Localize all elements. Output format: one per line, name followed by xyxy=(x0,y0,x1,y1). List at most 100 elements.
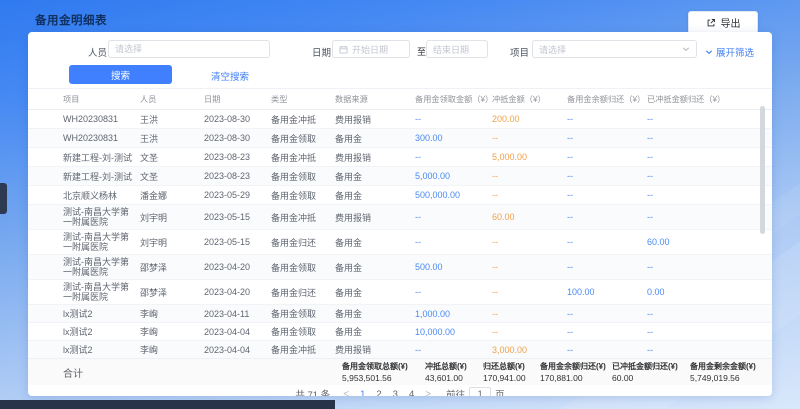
cell-source: 备用金 xyxy=(335,261,415,274)
project-label: 项目 xyxy=(510,45,529,59)
table-row: 北京顺义杨林 潘金娜 2023-05-29 备用金领取 备用金 500,000.… xyxy=(28,186,772,205)
cell-balance-returned: -- xyxy=(567,133,647,143)
summary-item: 已冲抵金额归还(¥) 60.00 xyxy=(612,361,690,383)
cell-type: 备用金冲抵 xyxy=(271,151,335,164)
column-header: 冲抵金额（¥） xyxy=(492,93,567,105)
cell-amount-received: -- xyxy=(415,114,492,124)
person-input[interactable] xyxy=(108,40,270,58)
cell-date: 2023-04-20 xyxy=(204,287,271,297)
summary-item-value: 170,941.00 xyxy=(483,373,536,383)
column-header: 数据来源 xyxy=(335,93,415,105)
cell-amount-offset: -- xyxy=(492,190,567,200)
column-header: 已冲抵金额归还（¥） xyxy=(647,93,744,105)
cell-amount-offset: -- xyxy=(492,133,567,143)
search-button[interactable]: 搜索 xyxy=(69,65,172,84)
cell-amount-received: -- xyxy=(415,237,492,247)
next-page-icon[interactable]: > xyxy=(423,389,433,397)
cell-type: 备用金领取 xyxy=(271,325,335,338)
pagination: 共 71 条 < 1 2 3 4 > 前往 页 xyxy=(28,385,772,396)
expand-filters-link[interactable]: 展开筛选 xyxy=(705,45,754,59)
drawer-handle[interactable] xyxy=(0,183,7,214)
cell-balance-returned: -- xyxy=(567,237,647,247)
page-number-3[interactable]: 3 xyxy=(391,389,400,397)
total-label: 合计 xyxy=(63,365,83,380)
page-number-2[interactable]: 2 xyxy=(374,389,383,397)
date-end-input[interactable]: 结束日期 xyxy=(426,40,488,58)
cell-offset-returned: -- xyxy=(647,114,744,124)
cell-project: 测试-南昌大学第一附属医院 xyxy=(63,257,140,277)
cell-amount-offset: -- xyxy=(492,237,567,247)
prev-page-icon[interactable]: < xyxy=(341,389,351,397)
goto-page-input[interactable] xyxy=(469,387,491,396)
page-number-4[interactable]: 4 xyxy=(407,389,416,397)
cell-amount-offset: -- xyxy=(492,287,567,297)
chevron-down-icon xyxy=(682,45,690,53)
export-button-label: 导出 xyxy=(721,15,741,30)
cell-type: 备用金领取 xyxy=(271,170,335,183)
cell-date: 2023-08-30 xyxy=(204,133,271,143)
cell-offset-returned: 60.00 xyxy=(647,237,744,247)
cell-type: 备用金归还 xyxy=(271,286,335,299)
cell-type: 备用金归还 xyxy=(271,236,335,249)
summary-row: 合计 备用金领取总额(¥) 5,953,501.56 冲抵总额(¥) 43,60… xyxy=(28,358,772,385)
pagination-total: 共 71 条 xyxy=(295,387,330,396)
main-card: 人员 日期 开始日期 至 结束日期 项目 请选择 xyxy=(28,32,772,396)
cell-amount-offset: 3,000.00 xyxy=(492,345,567,355)
cell-amount-received: 500.00 xyxy=(415,262,492,272)
cell-source: 备用金 xyxy=(335,286,415,299)
summary-item-value: 60.00 xyxy=(612,373,686,383)
cell-project: 北京顺义杨林 xyxy=(63,189,140,202)
cell-balance-returned: -- xyxy=(567,152,647,162)
clear-search-link[interactable]: 清空搜索 xyxy=(211,69,249,83)
cell-person: 潘金娜 xyxy=(140,189,204,202)
table-row: 测试-南昌大学第一附属医院 刘宇明 2023-05-15 备用金归还 备用金 -… xyxy=(28,230,772,255)
date-start-input[interactable]: 开始日期 xyxy=(332,40,410,58)
cell-amount-offset: 60.00 xyxy=(492,212,567,222)
cell-amount-offset: -- xyxy=(492,327,567,337)
cell-type: 备用金领取 xyxy=(271,189,335,202)
expand-filters-label: 展开筛选 xyxy=(716,45,754,59)
summary-item: 归还总额(¥) 170,941.00 xyxy=(483,361,540,383)
cell-date: 2023-04-04 xyxy=(204,345,271,355)
vertical-scrollbar[interactable] xyxy=(760,106,765,234)
date-label: 日期 xyxy=(312,45,331,59)
cell-type: 备用金领取 xyxy=(271,132,335,145)
filter-bar: 人员 日期 开始日期 至 结束日期 项目 请选择 xyxy=(28,32,772,88)
cell-source: 费用报销 xyxy=(335,151,415,164)
table-row: WH20230831 王洪 2023-08-30 备用金冲抵 费用报销 -- 2… xyxy=(28,110,772,129)
cell-offset-returned: -- xyxy=(647,309,744,319)
cell-source: 备用金 xyxy=(335,307,415,320)
summary-item: 冲抵总额(¥) 43,601.00 xyxy=(425,361,483,383)
cell-type: 备用金领取 xyxy=(271,307,335,320)
cell-project: lx测试2 xyxy=(63,325,140,338)
column-header: 项目 xyxy=(63,93,140,105)
goto-suffix: 页 xyxy=(495,387,505,396)
page-number-1[interactable]: 1 xyxy=(358,389,367,397)
cell-person: 李峋 xyxy=(140,343,204,356)
cell-offset-returned: -- xyxy=(647,212,744,222)
cell-offset-returned: -- xyxy=(647,171,744,181)
cell-source: 费用报销 xyxy=(335,211,415,224)
project-select[interactable]: 请选择 xyxy=(532,40,697,58)
export-button[interactable]: 导出 xyxy=(688,11,758,34)
cell-person: 王洪 xyxy=(140,113,204,126)
page-background: 备用金明细表 导出 人员 日期 开始日期 至 结束日期 xyxy=(0,0,800,409)
cell-person: 邵梦泽 xyxy=(140,261,204,274)
cell-project: 测试-南昌大学第一附属医院 xyxy=(63,282,140,302)
table-row: lx测试2 李峋 2023-04-11 备用金领取 备用金 1,000.00 -… xyxy=(28,305,772,323)
cell-balance-returned: -- xyxy=(567,345,647,355)
table-header: 项目 人员 日期 类型 数据来源 备用金领取金额（¥） 冲抵金额（¥） 备用金余… xyxy=(28,88,772,110)
table-row: 测试-南昌大学第一附属医院 邵梦泽 2023-04-20 备用金归还 备用金 -… xyxy=(28,280,772,305)
cell-amount-received: 500,000.00 xyxy=(415,190,492,200)
cell-offset-returned: -- xyxy=(647,152,744,162)
cell-project: lx测试2 xyxy=(63,307,140,320)
cell-amount-received: -- xyxy=(415,287,492,297)
summary-item-value: 170,881.00 xyxy=(540,373,608,383)
cell-project: 测试-南昌大学第一附属医院 xyxy=(63,207,140,227)
summary-item: 备用金领取总额(¥) 5,953,501.56 xyxy=(342,361,425,383)
column-header: 备用金领取金额（¥） xyxy=(415,93,492,105)
cell-project: 新建工程-刘-测试 xyxy=(63,170,140,183)
summary-item: 备用金剩余金额(¥) 5,749,019.56 xyxy=(690,361,772,383)
table-row: lx测试2 李峋 2023-04-04 备用金冲抵 费用报销 -- 3,000.… xyxy=(28,341,772,358)
cell-source: 备用金 xyxy=(335,236,415,249)
